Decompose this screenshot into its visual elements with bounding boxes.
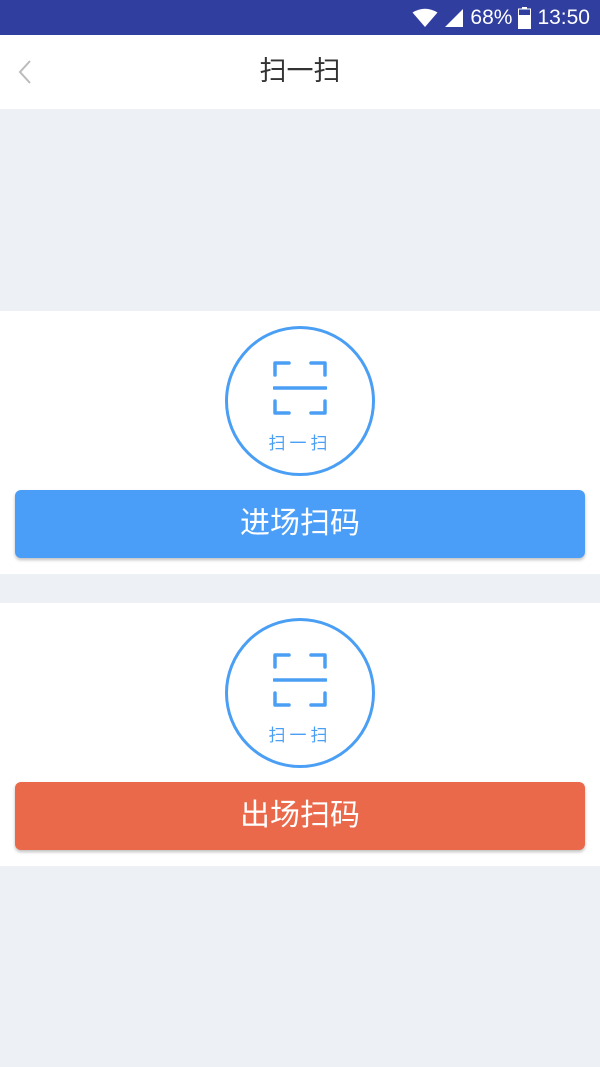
nav-bar: 扫一扫: [0, 35, 600, 109]
battery-icon: [518, 6, 532, 29]
page-title: 扫一扫: [259, 56, 341, 87]
scan-frame-icon: [273, 361, 327, 415]
exit-scan-card: 扫一扫 出场扫码: [0, 603, 600, 866]
exit-scan-circle[interactable]: 扫一扫: [225, 618, 375, 768]
entry-scan-card: 扫一扫 进场扫码: [0, 311, 600, 574]
status-indicators: 68% 13:50: [412, 0, 590, 35]
entry-scan-button[interactable]: 进场扫码: [15, 490, 585, 558]
cell-signal-icon: [445, 8, 464, 27]
wifi-icon: [412, 8, 438, 27]
status-bar: 68% 13:50: [0, 0, 600, 35]
scan-label: 扫一扫: [268, 434, 332, 454]
clock-time: 13:50: [537, 5, 590, 29]
battery-percent: 68%: [470, 5, 513, 29]
scan-label: 扫一扫: [268, 726, 332, 746]
scan-frame-icon: [273, 653, 327, 707]
exit-scan-button[interactable]: 出场扫码: [15, 782, 585, 850]
entry-scan-circle[interactable]: 扫一扫: [225, 326, 375, 476]
